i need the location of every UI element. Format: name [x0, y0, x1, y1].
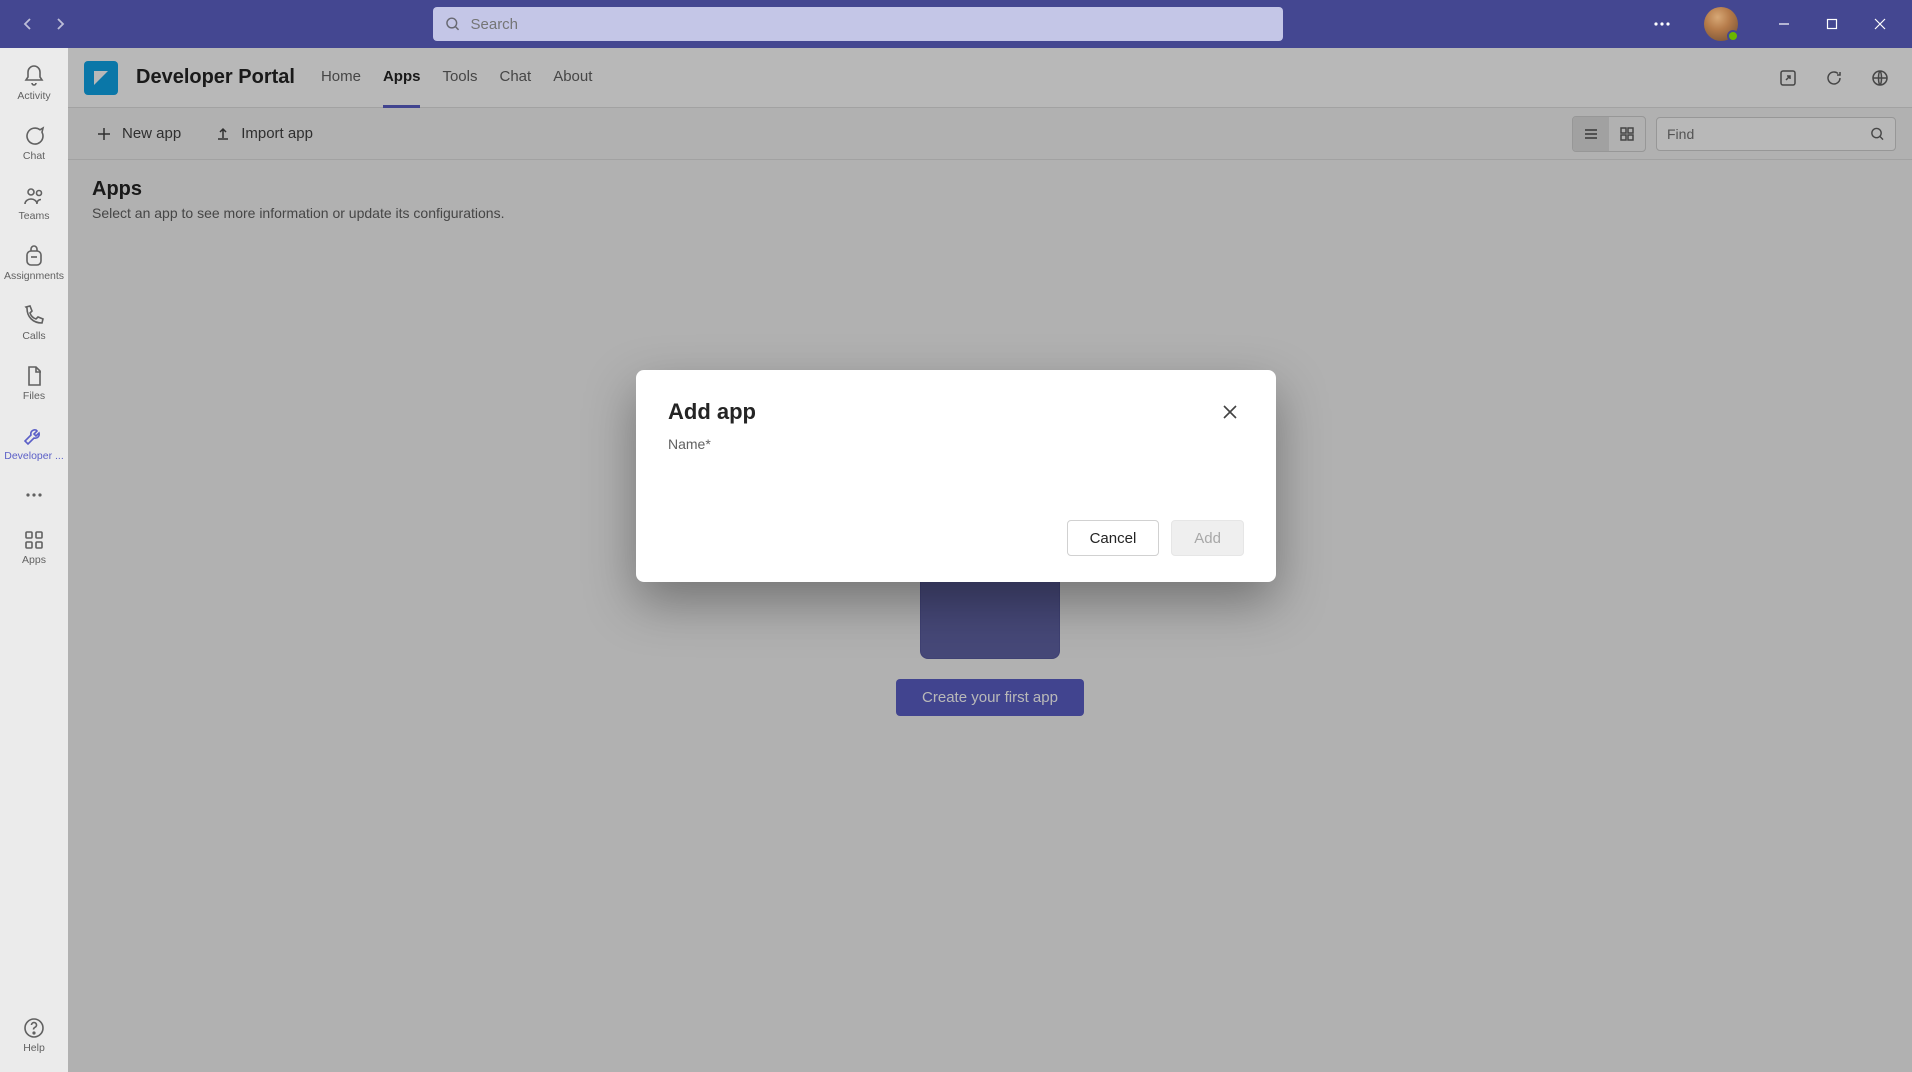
chevron-left-icon	[22, 18, 34, 30]
maximize-button[interactable]	[1808, 4, 1856, 44]
ellipsis-icon	[24, 485, 44, 505]
ellipsis-icon	[1652, 14, 1672, 34]
nav-back-button[interactable]	[14, 10, 42, 38]
help-icon	[22, 1016, 46, 1040]
global-search[interactable]	[433, 7, 1283, 41]
dialog-add-button[interactable]: Add	[1171, 520, 1244, 556]
chevron-right-icon	[54, 18, 66, 30]
rail-more-button[interactable]	[0, 474, 68, 516]
presence-indicator	[1727, 30, 1739, 42]
dialog-name-label: Name*	[668, 436, 1244, 452]
phone-icon	[22, 304, 46, 328]
rail-label: Assignments	[4, 270, 64, 282]
title-bar	[0, 0, 1912, 48]
add-app-dialog: Add app Name* Cancel Add	[636, 370, 1276, 582]
rail-files[interactable]: Files	[0, 354, 68, 412]
file-icon	[22, 364, 46, 388]
people-icon	[22, 184, 46, 208]
rail-label: Chat	[23, 150, 45, 162]
rail-label: Apps	[22, 554, 46, 566]
bell-icon	[22, 64, 46, 88]
rail-chat[interactable]: Chat	[0, 114, 68, 172]
dialog-cancel-button[interactable]: Cancel	[1067, 520, 1160, 556]
rail-help[interactable]: Help	[0, 1006, 68, 1064]
rail-label: Help	[23, 1042, 45, 1054]
apps-grid-icon	[22, 528, 46, 552]
user-avatar[interactable]	[1704, 7, 1738, 41]
close-icon	[1874, 18, 1886, 30]
backpack-icon	[22, 244, 46, 268]
rail-apps[interactable]: Apps	[0, 518, 68, 576]
nav-forward-button[interactable]	[46, 10, 74, 38]
left-rail: Activity Chat Teams Assignments Calls Fi…	[0, 48, 68, 1072]
dialog-title: Add app	[668, 399, 756, 425]
rail-label: Files	[23, 390, 45, 402]
chat-icon	[22, 124, 46, 148]
global-search-input[interactable]	[471, 16, 1272, 33]
rail-label: Teams	[19, 210, 50, 222]
maximize-icon	[1826, 18, 1838, 30]
rail-teams[interactable]: Teams	[0, 174, 68, 232]
rail-label: Activity	[17, 90, 50, 102]
search-icon	[445, 16, 461, 32]
rail-label: Developer ...	[4, 450, 64, 462]
dialog-close-button[interactable]	[1216, 398, 1244, 426]
rail-assignments[interactable]: Assignments	[0, 234, 68, 292]
close-window-button[interactable]	[1856, 4, 1904, 44]
minimize-icon	[1778, 18, 1790, 30]
wrench-icon	[22, 424, 46, 448]
rail-label: Calls	[22, 330, 45, 342]
rail-developer-portal[interactable]: Developer ...	[0, 414, 68, 472]
rail-calls[interactable]: Calls	[0, 294, 68, 352]
minimize-button[interactable]	[1760, 4, 1808, 44]
more-options-button[interactable]	[1642, 4, 1682, 44]
close-icon	[1222, 404, 1238, 420]
rail-activity[interactable]: Activity	[0, 54, 68, 112]
